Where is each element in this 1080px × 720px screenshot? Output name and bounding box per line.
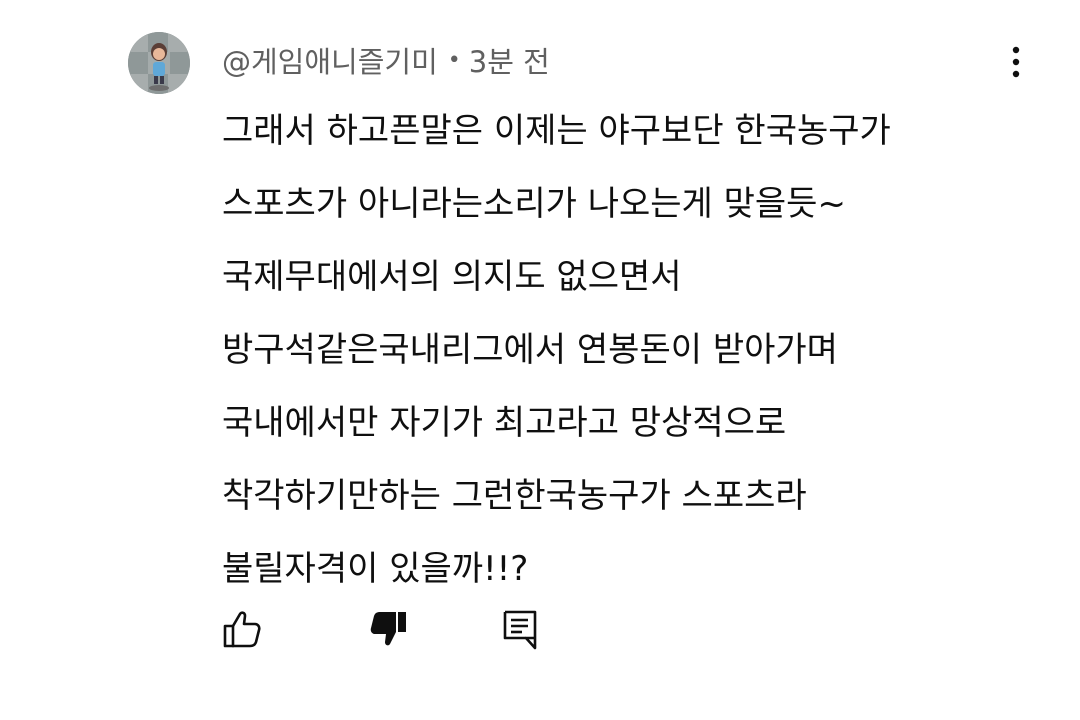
- more-options-button[interactable]: [1000, 40, 1032, 84]
- comment-line: 스포츠가 아니라는소리가 나오는게 맞을듯~: [222, 184, 846, 224]
- like-button[interactable]: [218, 605, 266, 653]
- reply-comment-icon: [503, 610, 537, 650]
- reply-button[interactable]: [496, 605, 544, 653]
- comment-line: 방구석같은국내리그에서 연봉돈이 받아가며: [222, 330, 838, 370]
- avatar-image: [128, 32, 190, 94]
- meta-separator: •: [447, 47, 461, 73]
- thumbs-down-filled-icon: [370, 612, 406, 646]
- comment-line: 불릴자격이 있을까!!?: [222, 549, 529, 589]
- comment-line: 그래서 하고픈말은 이제는 야구보단 한국농구가: [222, 111, 891, 151]
- more-vert-icon: [1012, 46, 1020, 78]
- comment-header: @게임애니즐기미 • 3분 전: [222, 40, 550, 80]
- dislike-button[interactable]: [365, 605, 413, 653]
- comment-line: 국내에서만 자기가 최고라고 망상적으로: [222, 403, 787, 443]
- avatar[interactable]: [128, 32, 190, 94]
- comment-actions: [0, 605, 1080, 655]
- comment-text: 그래서 하고픈말은 이제는 야구보단 한국농구가 스포츠가 아니라는소리가 나오…: [222, 95, 1002, 606]
- comment-line: 국제무대에서의 의지도 없으면서: [222, 257, 682, 297]
- thumbs-up-outline-icon: [223, 611, 261, 648]
- comment: @게임애니즐기미 • 3분 전 그래서 하고픈말은 이제는 야구보단 한국농구가…: [0, 0, 1080, 720]
- author-name[interactable]: @게임애니즐기미: [222, 39, 438, 81]
- comment-time: 3분 전: [468, 45, 550, 79]
- comment-line: 착각하기만하는 그런한국농구가 스포츠라: [222, 476, 807, 516]
